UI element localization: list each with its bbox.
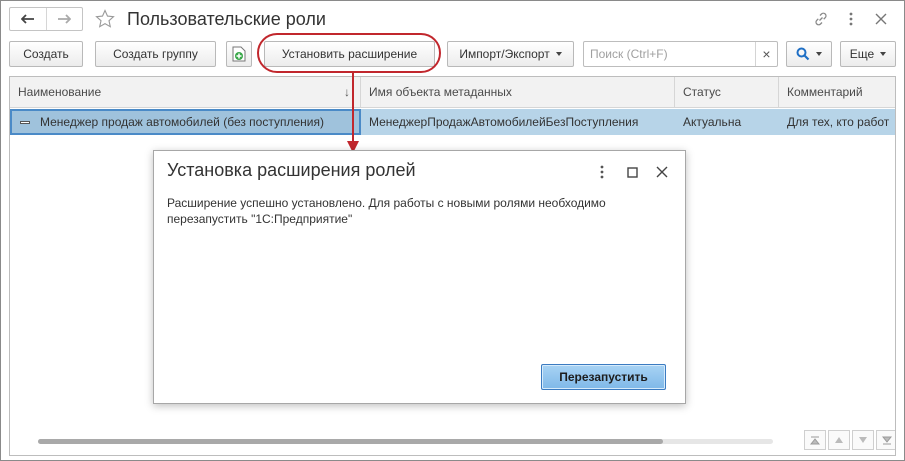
dialog-title: Установка расширения ролей xyxy=(167,160,416,180)
first-page-icon[interactable] xyxy=(804,430,826,450)
cell-metadata[interactable]: МенеджерПродажАвтомобилейБезПоступления xyxy=(361,109,675,135)
chevron-down-icon xyxy=(880,52,887,56)
star-icon xyxy=(95,9,115,28)
add-document-icon xyxy=(232,46,246,62)
maximize-icon[interactable] xyxy=(617,161,647,183)
forward-button[interactable] xyxy=(45,8,83,30)
import-export-label: Импорт/Экспорт xyxy=(459,47,550,61)
close-icon[interactable] xyxy=(868,7,894,31)
cell-name[interactable]: Менеджер продаж автомобилей (без поступл… xyxy=(10,109,361,135)
arrow-left-icon xyxy=(20,14,34,24)
clear-icon: × xyxy=(762,46,771,62)
dialog-close-icon[interactable] xyxy=(647,161,677,183)
import-export-dropdown[interactable]: Импорт/Экспорт xyxy=(447,41,574,67)
cell-comment[interactable]: Для тех, кто работ xyxy=(779,109,895,135)
horizontal-scrollbar[interactable] xyxy=(30,437,778,445)
search-field: × xyxy=(583,41,778,67)
create-group-button[interactable]: Создать группу xyxy=(95,41,216,67)
chevron-down-icon xyxy=(816,52,822,56)
page-title: Пользовательские роли xyxy=(127,9,326,29)
install-extension-button[interactable]: Установить расширение xyxy=(264,41,435,67)
column-header-name[interactable]: Наименование ↓ xyxy=(10,77,361,108)
dialog-more-icon[interactable] xyxy=(587,161,617,183)
arrow-right-icon xyxy=(58,14,72,24)
create-button[interactable]: Создать xyxy=(9,41,83,67)
back-button[interactable] xyxy=(10,8,46,30)
search-options-button[interactable] xyxy=(786,41,832,67)
column-header-comment[interactable]: Комментарий xyxy=(779,77,895,108)
sort-arrow-icon: ↓ xyxy=(344,85,350,99)
table-header: Наименование ↓ Имя объекта метаданных Ст… xyxy=(10,77,895,108)
chevron-down-icon xyxy=(555,52,562,56)
cell-status[interactable]: Актуальна xyxy=(675,109,779,135)
link-icon[interactable] xyxy=(808,7,834,31)
search-icon xyxy=(796,47,810,61)
extension-dialog: Установка расширения ролей Расширение ус… xyxy=(153,150,686,404)
scrollbar-thumb[interactable] xyxy=(38,439,663,444)
restart-button[interactable]: Перезапустить xyxy=(541,364,666,390)
dialog-message: Расширение успешно установлено. Для рабо… xyxy=(167,196,606,226)
add-copy-button[interactable] xyxy=(226,41,252,67)
table-navigation xyxy=(802,430,895,450)
dialog-controls xyxy=(587,161,677,183)
main-window: Пользовательские роли Создать Создать гр… xyxy=(0,0,905,461)
search-clear-button[interactable]: × xyxy=(755,42,777,66)
column-header-metadata[interactable]: Имя объекта метаданных xyxy=(361,77,675,108)
page-down-icon[interactable] xyxy=(852,430,874,450)
search-input[interactable] xyxy=(584,42,754,66)
more-vertical-icon[interactable] xyxy=(838,7,864,31)
more-label: Еще xyxy=(849,47,875,61)
more-dropdown[interactable]: Еще xyxy=(840,41,896,67)
favorite-button[interactable] xyxy=(93,7,117,31)
table-row[interactable]: Менеджер продаж автомобилей (без поступл… xyxy=(10,109,895,135)
page-up-icon[interactable] xyxy=(828,430,850,450)
column-header-status[interactable]: Статус xyxy=(675,77,779,108)
nav-buttons xyxy=(9,7,83,31)
window-controls xyxy=(808,7,894,31)
role-icon xyxy=(20,121,30,125)
last-page-icon[interactable] xyxy=(876,430,895,450)
